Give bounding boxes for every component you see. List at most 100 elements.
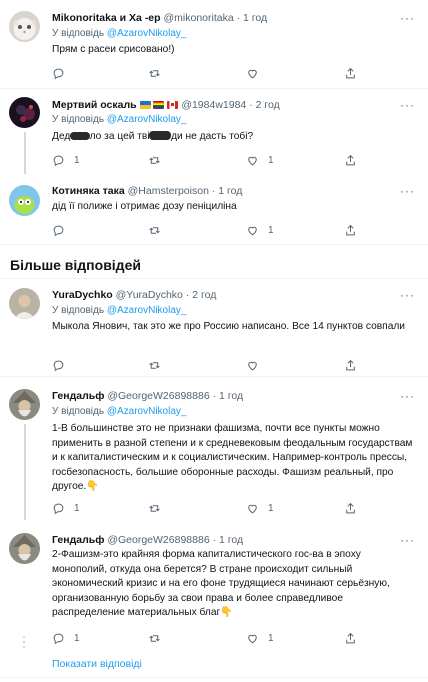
reply-button[interactable]: 1 xyxy=(52,153,80,167)
reply-to-link[interactable]: @AzarovNikolay_ xyxy=(107,28,187,39)
more-options-icon[interactable]: ··· xyxy=(400,289,415,301)
reply-context: У відповідь @AzarovNikolay_ xyxy=(52,28,187,39)
tweet-yuradychko[interactable]: YuraDychko @YuraDychko · 2 год ··· У від… xyxy=(0,279,428,376)
user-handle[interactable]: @GeorgeW26898886 xyxy=(107,390,209,402)
display-name[interactable]: Гендальф xyxy=(52,534,104,546)
user-handle[interactable]: @1984w1984 xyxy=(181,99,246,111)
canada-flag-icon xyxy=(167,101,179,109)
more-options-icon[interactable]: ··· xyxy=(400,185,415,197)
tweet-header: YuraDychko @YuraDychko · 2 год xyxy=(52,289,217,301)
reply-button[interactable]: 1 xyxy=(52,501,80,515)
share-button[interactable] xyxy=(344,501,357,515)
tweet-gendalf-1[interactable]: Гендальф @GeorgeW26898886 · 1 год ··· У … xyxy=(0,377,428,520)
heart-icon xyxy=(248,226,257,235)
display-name[interactable]: Мертвий оскаль xyxy=(52,99,137,111)
display-name[interactable]: Котиняка така xyxy=(52,185,125,197)
thread-dots xyxy=(23,636,25,651)
reply-button[interactable]: 1 xyxy=(52,631,80,645)
more-options-icon[interactable]: ··· xyxy=(400,390,415,402)
more-options-icon[interactable]: ··· xyxy=(400,534,415,546)
reply-icon xyxy=(53,225,64,236)
tweet-1984w1984[interactable]: Мертвий оскаль @1984w1984 · 2 год ··· У … xyxy=(0,89,428,174)
reply-count: 1 xyxy=(74,154,80,166)
thread-line xyxy=(24,132,26,174)
tweet-gendalf-2[interactable]: Гендальф @GeorgeW26898886 · 1 год ··· 2-… xyxy=(0,521,428,651)
reply-button[interactable] xyxy=(52,358,74,372)
user-handle[interactable]: @GeorgeW26898886 xyxy=(107,534,209,546)
reply-button[interactable] xyxy=(52,223,74,237)
more-options-icon[interactable]: ··· xyxy=(400,99,415,111)
tweet-text: Мыкола Янович, так это же про Россию нап… xyxy=(52,321,405,332)
avatar[interactable] xyxy=(9,389,40,420)
tweet-mikonoritaka[interactable]: Mikonoritaka и Xa -ep @mikonoritaka · 1 … xyxy=(0,0,428,88)
scribble-redaction xyxy=(69,132,90,140)
share-button[interactable] xyxy=(344,358,357,372)
timestamp[interactable]: 1 год xyxy=(219,534,243,546)
reply-count: 1 xyxy=(74,502,80,514)
avatar[interactable] xyxy=(9,288,40,319)
avatar-image xyxy=(9,288,40,319)
reply-to-link[interactable]: @AzarovNikolay_ xyxy=(107,114,187,125)
user-handle[interactable]: @YuraDychko xyxy=(116,289,183,301)
like-button[interactable] xyxy=(246,358,268,372)
reply-to-link[interactable]: @AzarovNikolay_ xyxy=(107,406,187,417)
reply-context: У відповідь @AzarovNikolay_ xyxy=(52,305,187,316)
avatar-image xyxy=(9,11,40,42)
retweet-button[interactable] xyxy=(148,153,170,167)
display-name[interactable]: YuraDychko xyxy=(52,289,113,301)
avatar-image xyxy=(9,185,40,216)
flag-emojis xyxy=(139,100,179,113)
more-options-icon[interactable]: ··· xyxy=(400,12,415,24)
share-icon xyxy=(346,632,355,643)
separator xyxy=(0,244,428,245)
tweet-text: дід її полиже і отримає дозу пеніциліна xyxy=(52,201,237,212)
tweet-actions xyxy=(52,358,372,372)
reply-icon xyxy=(53,360,64,371)
retweet-button[interactable] xyxy=(148,501,170,515)
tweet-header: Мертвий оскаль @1984w1984 · 2 год xyxy=(52,99,280,113)
share-button[interactable] xyxy=(344,223,357,237)
retweet-button[interactable] xyxy=(148,223,170,237)
tweet-actions: 1 1 xyxy=(52,153,372,167)
avatar[interactable] xyxy=(9,11,40,42)
like-button[interactable]: 1 xyxy=(246,223,274,237)
avatar[interactable] xyxy=(9,533,40,564)
heart-icon xyxy=(248,634,257,643)
avatar[interactable] xyxy=(9,185,40,216)
tweet-header: Котиняка така @Hamsterpoison · 1 год xyxy=(52,185,243,197)
reply-to-link[interactable]: @AzarovNikolay_ xyxy=(107,305,187,316)
share-button[interactable] xyxy=(344,631,357,645)
display-name[interactable]: Mikonoritaka и Xa -ep xyxy=(52,12,161,24)
heart-icon xyxy=(248,361,257,370)
like-button[interactable]: 1 xyxy=(246,501,274,515)
like-button[interactable]: 1 xyxy=(246,153,274,167)
like-button[interactable]: 1 xyxy=(246,631,274,645)
timestamp[interactable]: 2 год xyxy=(192,289,216,301)
user-handle[interactable]: @mikonoritaka xyxy=(164,12,234,24)
timestamp[interactable]: 1 год xyxy=(243,12,267,24)
share-button[interactable] xyxy=(344,66,357,80)
retweet-button[interactable] xyxy=(148,358,170,372)
reply-context: У відповідь @AzarovNikolay_ xyxy=(52,406,187,417)
share-button[interactable] xyxy=(344,153,357,167)
display-name[interactable]: Гендальф xyxy=(52,390,104,402)
separator xyxy=(0,677,428,678)
reply-button[interactable] xyxy=(52,66,74,80)
tweet-hamsterpoison[interactable]: Котиняка така @Hamsterpoison · 1 год ···… xyxy=(0,173,428,243)
timestamp[interactable]: 2 год xyxy=(256,99,280,111)
timestamp[interactable]: 1 год xyxy=(219,390,243,402)
like-button[interactable] xyxy=(246,66,268,80)
tweet-text: 1-В большинстве это не признаки фашизма,… xyxy=(52,423,413,493)
timestamp[interactable]: 1 год xyxy=(218,185,242,197)
reply-icon xyxy=(53,68,64,79)
retweet-button[interactable] xyxy=(148,66,170,80)
reply-count: 1 xyxy=(74,632,80,644)
tweet-text: Прям с расеи срисовано!) xyxy=(52,44,175,55)
reply-icon xyxy=(53,633,64,644)
avatar[interactable] xyxy=(9,97,40,128)
retweet-button[interactable] xyxy=(148,631,170,645)
scribble-redaction xyxy=(149,131,172,140)
show-replies-link[interactable]: Показати відповіді xyxy=(52,658,142,670)
avatar-image xyxy=(9,533,40,564)
user-handle[interactable]: @Hamsterpoison xyxy=(128,185,209,197)
